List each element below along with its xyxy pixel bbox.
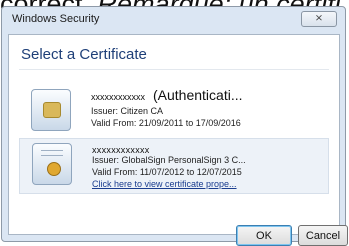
ok-button[interactable]: OK xyxy=(236,225,292,246)
view-certificate-properties-link[interactable]: Click here to view certificate prope... xyxy=(92,179,237,189)
title-bar: Windows Security ⨯ xyxy=(2,7,345,33)
certificate-issuer: Issuer: GlobalSign PersonalSign 3 C... xyxy=(92,155,246,165)
smartcard-certificate-icon xyxy=(31,89,71,131)
heading-divider xyxy=(19,69,329,70)
document-lines-icon xyxy=(41,150,63,156)
certificate-validity: Valid From: 21/09/2011 to 17/09/2016 xyxy=(91,118,241,128)
certificate-item[interactable]: xxxxxxxxxxxx (Authenticati... Issuer: Cit… xyxy=(19,85,329,137)
windows-security-dialog: Windows Security ⨯ Select a Certificate … xyxy=(1,6,348,246)
certificate-seal-icon xyxy=(32,143,72,185)
certificate-name: xxxxxxxxxxxx (Authenticati... xyxy=(91,87,243,103)
close-icon: ⨯ xyxy=(314,13,324,24)
certificate-item-selected[interactable]: xxxxxxxxxxxx Issuer: GlobalSign Personal… xyxy=(19,138,329,194)
cancel-button[interactable]: Cancel xyxy=(298,225,348,246)
chip-icon xyxy=(43,102,61,118)
certificate-name: xxxxxxxxxxxx xyxy=(92,145,150,155)
certificate-issuer: Issuer: Citizen CA xyxy=(91,106,164,116)
dialog-content: Select a Certificate xxxxxxxxxxxx (Authen… xyxy=(8,34,340,235)
close-button[interactable]: ⨯ xyxy=(301,11,337,27)
seal-icon xyxy=(47,162,61,176)
certificate-validity: Valid From: 11/07/2012 to 12/07/2015 xyxy=(92,167,242,177)
certificate-name-text: xxxxxxxxxxxx xyxy=(91,92,145,102)
window-title: Windows Security xyxy=(12,13,100,25)
dialog-heading: Select a Certificate xyxy=(21,46,147,63)
certificate-name-suffix: (Authenticati... xyxy=(153,87,243,103)
